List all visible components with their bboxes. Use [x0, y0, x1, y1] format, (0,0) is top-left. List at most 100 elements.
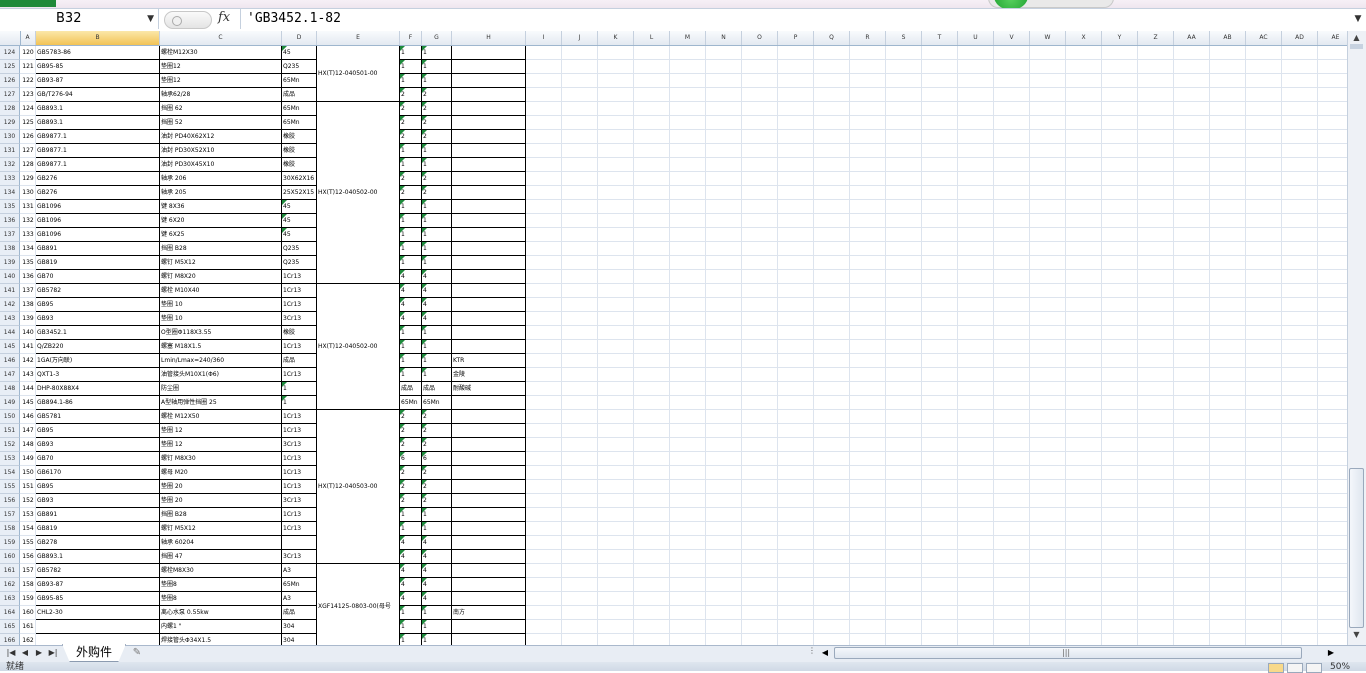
cell-c[interactable]: 离心水泵 0.55kw: [160, 606, 282, 620]
empty-cell[interactable]: [814, 354, 850, 368]
empty-cell[interactable]: [886, 200, 922, 214]
empty-cell[interactable]: [1282, 74, 1318, 88]
empty-cell[interactable]: [1066, 102, 1102, 116]
empty-cell[interactable]: [994, 578, 1030, 592]
cell-h[interactable]: [452, 186, 526, 200]
empty-cell[interactable]: [850, 60, 886, 74]
cell-g[interactable]: 2: [422, 480, 452, 494]
cell-b[interactable]: GB1096: [36, 200, 160, 214]
empty-cell[interactable]: [742, 410, 778, 424]
cell-g[interactable]: 1: [422, 256, 452, 270]
empty-cell[interactable]: [670, 284, 706, 298]
empty-cell[interactable]: [886, 578, 922, 592]
empty-cell[interactable]: [1138, 102, 1174, 116]
empty-cell[interactable]: [850, 410, 886, 424]
empty-cell[interactable]: [562, 578, 598, 592]
empty-cell[interactable]: [1174, 144, 1210, 158]
empty-cell[interactable]: [526, 578, 562, 592]
empty-cell[interactable]: [994, 326, 1030, 340]
empty-cell[interactable]: [814, 396, 850, 410]
column-header[interactable]: M: [670, 31, 706, 45]
empty-cell[interactable]: [1030, 242, 1066, 256]
empty-cell[interactable]: [1030, 410, 1066, 424]
expand-formula-bar-icon[interactable]: ▼: [1352, 10, 1364, 28]
empty-cell[interactable]: [742, 480, 778, 494]
empty-cell[interactable]: [814, 88, 850, 102]
empty-cell[interactable]: [1282, 396, 1318, 410]
empty-cell[interactable]: [742, 606, 778, 620]
empty-cell[interactable]: [1066, 424, 1102, 438]
empty-cell[interactable]: [778, 74, 814, 88]
cell-d[interactable]: 45: [282, 214, 317, 228]
cell-h[interactable]: [452, 480, 526, 494]
empty-cell[interactable]: [1210, 88, 1246, 102]
empty-cell[interactable]: [1066, 228, 1102, 242]
column-header[interactable]: F: [400, 31, 422, 45]
empty-cell[interactable]: [1138, 116, 1174, 130]
cell-h[interactable]: [452, 438, 526, 452]
empty-cell[interactable]: [1282, 368, 1318, 382]
empty-cell[interactable]: [1174, 74, 1210, 88]
empty-cell[interactable]: [1066, 60, 1102, 74]
cell-c[interactable]: 挡圈 B28: [160, 508, 282, 522]
row-header[interactable]: 152: [0, 438, 20, 452]
cell-a[interactable]: 159: [20, 592, 36, 606]
empty-cell[interactable]: [886, 466, 922, 480]
empty-cell[interactable]: [814, 242, 850, 256]
empty-cell[interactable]: [1210, 578, 1246, 592]
cell-c[interactable]: 焊接管头Φ34X1.5: [160, 634, 282, 645]
cell-g[interactable]: 1: [422, 634, 452, 645]
empty-cell[interactable]: [1246, 382, 1282, 396]
empty-cell[interactable]: [994, 46, 1030, 60]
row-header[interactable]: 151: [0, 424, 20, 438]
empty-cell[interactable]: [922, 368, 958, 382]
empty-cell[interactable]: [670, 228, 706, 242]
empty-cell[interactable]: [1138, 396, 1174, 410]
empty-cell[interactable]: [598, 186, 634, 200]
empty-cell[interactable]: [562, 270, 598, 284]
empty-cell[interactable]: [814, 200, 850, 214]
empty-cell[interactable]: [1066, 522, 1102, 536]
empty-cell[interactable]: [634, 396, 670, 410]
cell-g[interactable]: 1: [422, 522, 452, 536]
cell-d[interactable]: 1: [282, 396, 317, 410]
empty-cell[interactable]: [922, 186, 958, 200]
empty-cell[interactable]: [1174, 578, 1210, 592]
empty-cell[interactable]: [706, 200, 742, 214]
empty-cell[interactable]: [850, 466, 886, 480]
empty-cell[interactable]: [1138, 228, 1174, 242]
empty-cell[interactable]: [598, 620, 634, 634]
cell-d[interactable]: 1Cr13: [282, 340, 317, 354]
cell-a[interactable]: 130: [20, 186, 36, 200]
empty-cell[interactable]: [1174, 326, 1210, 340]
empty-cell[interactable]: [778, 88, 814, 102]
empty-cell[interactable]: [1210, 270, 1246, 284]
empty-cell[interactable]: [1066, 438, 1102, 452]
empty-cell[interactable]: [1174, 186, 1210, 200]
column-header[interactable]: AE: [1318, 31, 1347, 45]
cell-g[interactable]: 2: [422, 424, 452, 438]
empty-cell[interactable]: [598, 424, 634, 438]
cell-g[interactable]: 1: [422, 326, 452, 340]
empty-cell[interactable]: [1174, 508, 1210, 522]
empty-cell[interactable]: [742, 424, 778, 438]
row-header[interactable]: 141: [0, 284, 20, 298]
empty-cell[interactable]: [634, 144, 670, 158]
cell-d[interactable]: 1Cr13: [282, 480, 317, 494]
cell-c[interactable]: 垫圈8: [160, 592, 282, 606]
empty-cell[interactable]: [742, 396, 778, 410]
empty-cell[interactable]: [1030, 536, 1066, 550]
empty-cell[interactable]: [958, 634, 994, 645]
row-header[interactable]: 133: [0, 172, 20, 186]
empty-cell[interactable]: [1318, 256, 1347, 270]
empty-cell[interactable]: [1030, 298, 1066, 312]
empty-cell[interactable]: [814, 564, 850, 578]
empty-cell[interactable]: [850, 130, 886, 144]
empty-cell[interactable]: [1174, 88, 1210, 102]
empty-cell[interactable]: [670, 396, 706, 410]
empty-cell[interactable]: [922, 452, 958, 466]
empty-cell[interactable]: [886, 522, 922, 536]
empty-cell[interactable]: [778, 606, 814, 620]
cell-b[interactable]: GB5781: [36, 410, 160, 424]
empty-cell[interactable]: [1210, 606, 1246, 620]
